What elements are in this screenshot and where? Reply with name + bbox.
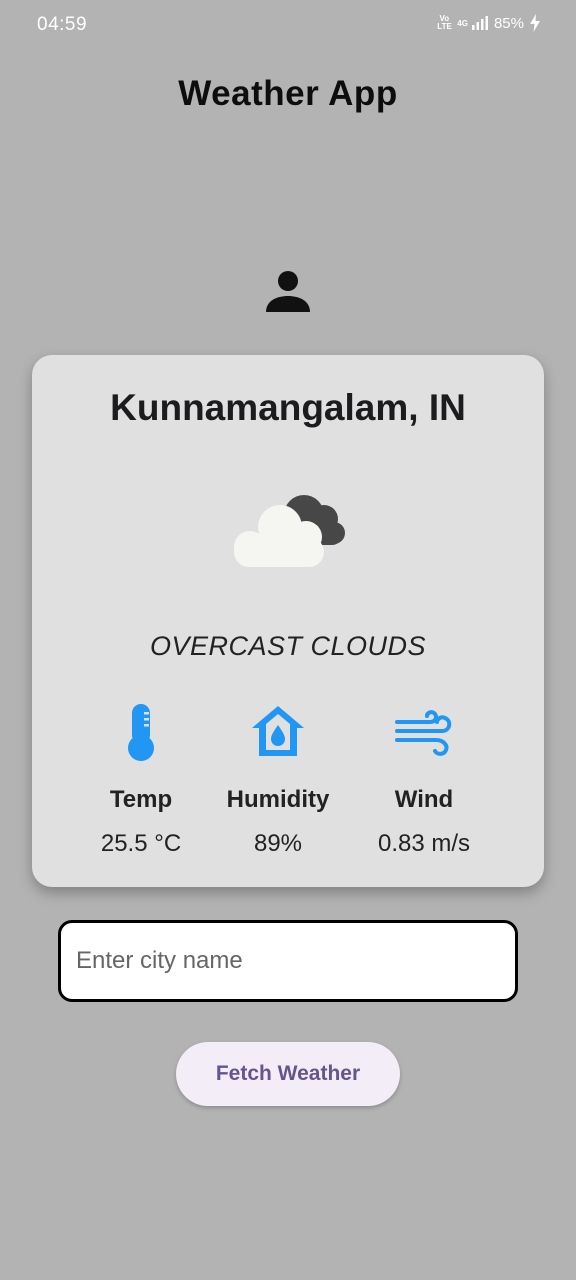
status-icons: Vo LTE 4G 85% xyxy=(437,14,540,32)
status-time: 04:59 xyxy=(37,14,88,35)
city-name-input[interactable] xyxy=(58,920,518,1002)
person-icon xyxy=(266,271,310,312)
wind-stat: Wind 0.83 m/s xyxy=(344,700,504,858)
network-type: 4G xyxy=(457,18,468,28)
humidity-stat: Humidity 89% xyxy=(198,700,358,858)
battery-percent: 85% xyxy=(493,14,524,32)
volte-icon: Vo LTE xyxy=(437,14,452,31)
overcast-clouds-icon xyxy=(234,495,345,567)
humidity-label: Humidity xyxy=(226,786,330,813)
battery-charging-icon xyxy=(530,14,540,32)
humidity-value: 89% xyxy=(253,830,303,857)
wind-icon xyxy=(395,710,452,756)
humidity-house-icon xyxy=(252,706,304,756)
weather-description: OVERCAST CLOUDS xyxy=(149,631,427,661)
temp-stat: Temp 25.5 °C xyxy=(61,700,221,858)
weather-card: Kunnamangalam, IN OVERCAST CLOUDS Temp 2… xyxy=(32,355,544,887)
temp-value: 25.5 °C xyxy=(100,830,182,857)
status-bar: 04:59 Vo LTE 4G 85% xyxy=(0,0,576,50)
thermometer-icon xyxy=(128,704,154,761)
wind-label: Wind xyxy=(394,786,454,813)
fetch-weather-button[interactable]: Fetch Weather xyxy=(176,1042,400,1106)
temp-label: Temp xyxy=(109,786,173,813)
signal-icon xyxy=(471,16,488,30)
city-name: Kunnamangalam, IN xyxy=(110,387,466,428)
app-title: Weather App xyxy=(178,74,398,113)
wind-value: 0.83 m/s xyxy=(377,830,471,857)
